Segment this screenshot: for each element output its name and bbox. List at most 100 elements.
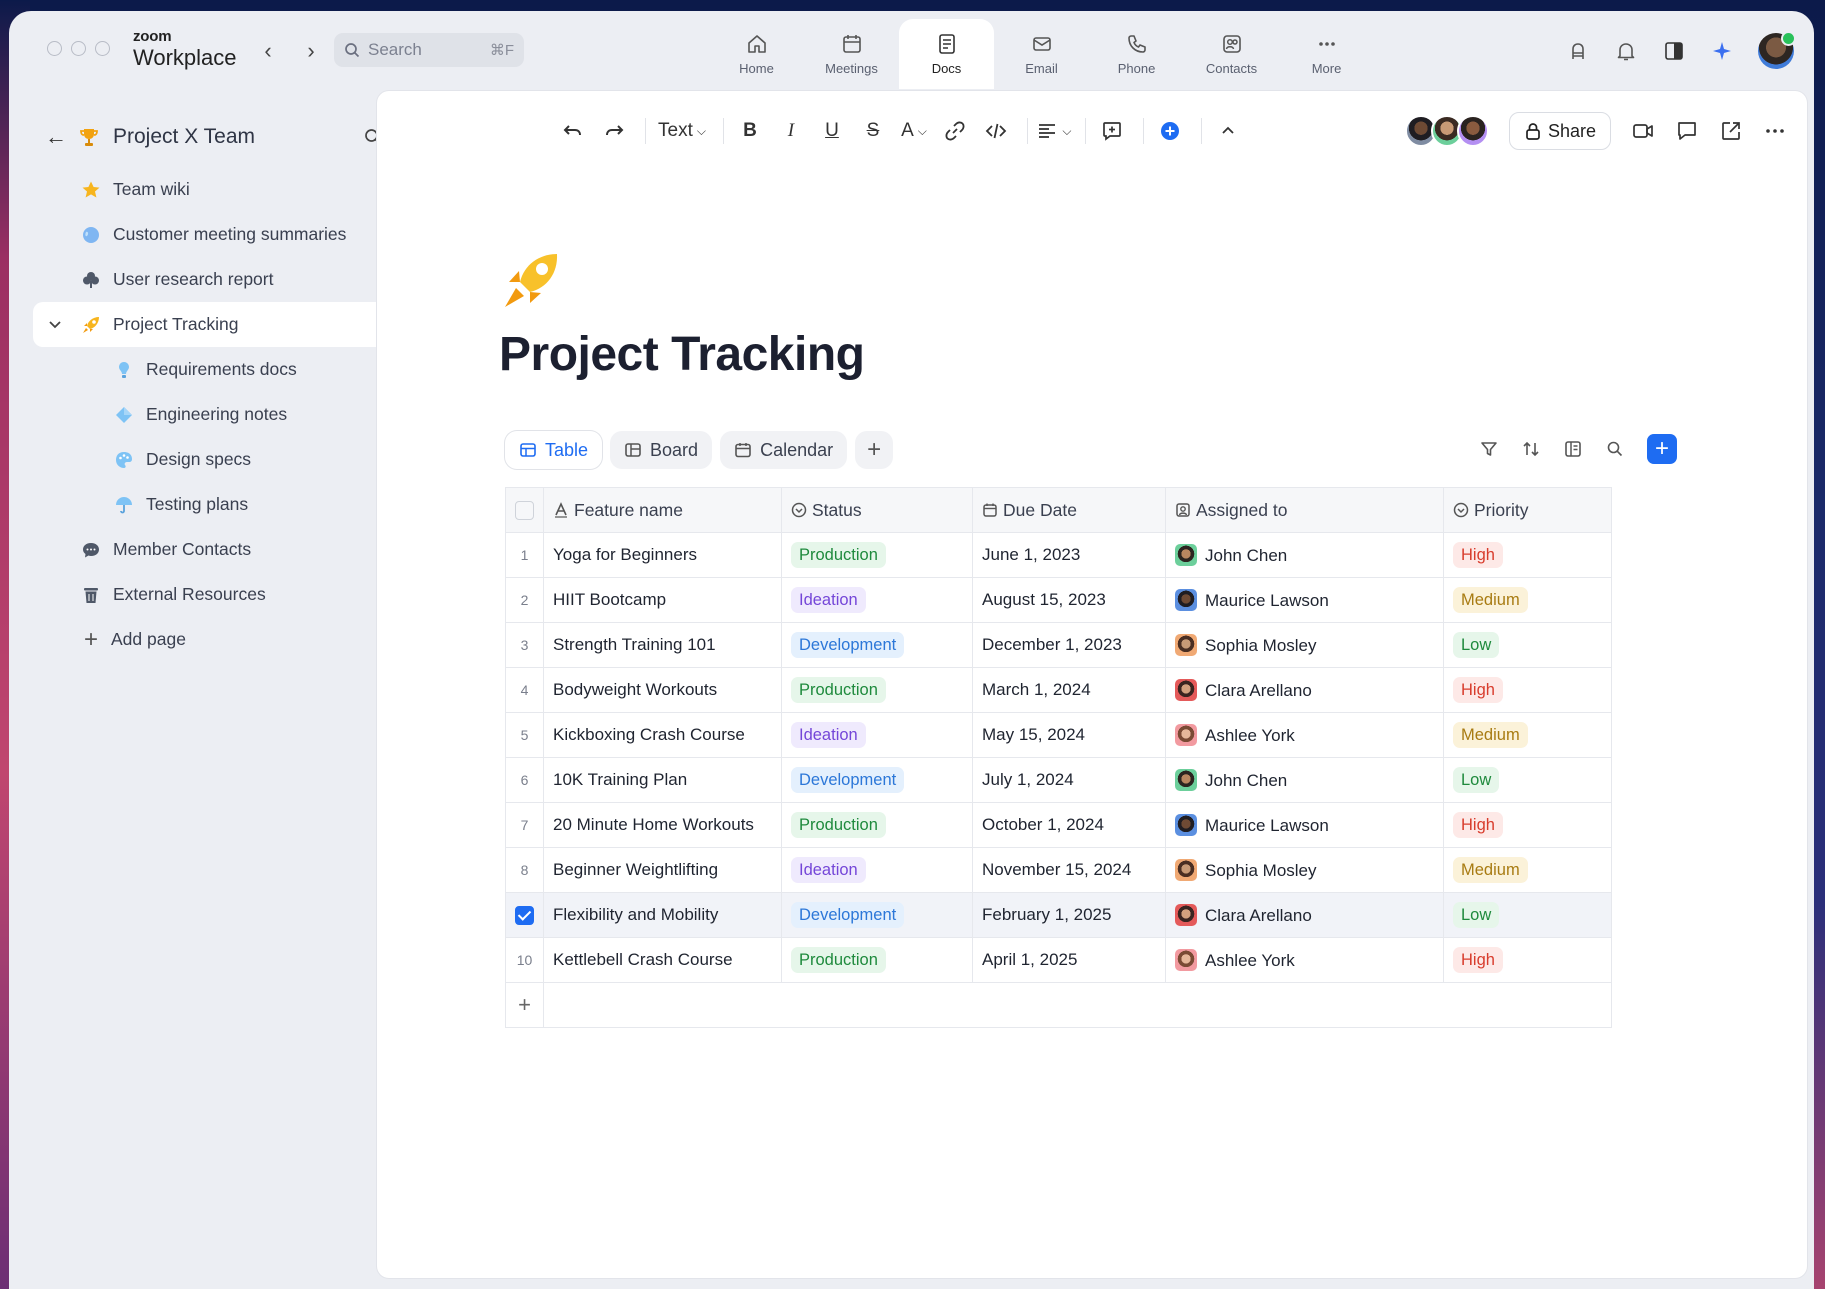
search-input[interactable]: Search ⌘F <box>334 33 524 67</box>
collaborator-avatars[interactable] <box>1404 115 1489 147</box>
redo-button[interactable] <box>596 113 632 149</box>
table-row[interactable]: 7 20 Minute Home Workouts Production Octobe… <box>505 802 1612 848</box>
close-window-button[interactable] <box>47 41 62 56</box>
sidebar-item-user-research-report[interactable]: User research report <box>33 257 433 302</box>
maximize-window-button[interactable] <box>95 41 110 56</box>
status-cell[interactable]: Production <box>781 937 973 983</box>
status-cell[interactable]: Production <box>781 667 973 713</box>
row-number[interactable]: 6 <box>505 757 544 803</box>
assigned-to-cell[interactable]: John Chen <box>1165 532 1444 578</box>
assigned-to-cell[interactable]: Maurice Lawson <box>1165 802 1444 848</box>
select-all-checkbox[interactable] <box>515 500 534 520</box>
user-avatar[interactable] <box>1758 31 1796 69</box>
sidebar-item-project-tracking[interactable]: Project Tracking <box>33 302 433 347</box>
tab-phone[interactable]: Phone <box>1089 19 1184 89</box>
code-button[interactable] <box>978 113 1014 149</box>
row-number[interactable]: 4 <box>505 667 544 713</box>
assigned-to-cell[interactable]: Clara Arellano <box>1165 667 1444 713</box>
sidebar-item-member-contacts[interactable]: Member Contacts <box>33 527 433 572</box>
ai-sparkle-icon[interactable] <box>1710 39 1734 63</box>
underline-button[interactable]: U <box>814 113 850 149</box>
status-cell[interactable]: Development <box>781 622 973 668</box>
row-number[interactable]: 8 <box>505 847 544 893</box>
tab-contacts[interactable]: Contacts <box>1184 19 1279 89</box>
rocket-icon[interactable] <box>501 249 563 311</box>
due-date-cell[interactable]: December 1, 2023 <box>972 622 1166 668</box>
add-row-button[interactable]: + <box>505 982 544 1028</box>
table-row[interactable]: 3 Strength Training 101 Development Decembe… <box>505 622 1612 668</box>
assigned-to-cell[interactable]: Ashlee York <box>1165 937 1444 983</box>
table-row[interactable]: Flexibility and Mobility Development Febru… <box>505 892 1612 938</box>
column-header-feature[interactable]: Feature name <box>543 487 782 533</box>
row-number[interactable]: 3 <box>505 622 544 668</box>
font-color-dropdown[interactable]: A ⌵ <box>896 113 932 149</box>
sidebar-item-design-specs[interactable]: Design specs <box>33 437 433 482</box>
sidebar-item-requirements-docs[interactable]: Requirements docs <box>33 347 433 392</box>
sidebar-item-customer-meeting-summaries[interactable]: Customer meeting summaries <box>33 212 433 257</box>
hub-icon[interactable] <box>1566 39 1590 63</box>
due-date-cell[interactable]: February 1, 2025 <box>972 892 1166 938</box>
assigned-to-cell[interactable]: Sophia Mosley <box>1165 847 1444 893</box>
assigned-to-cell[interactable]: Maurice Lawson <box>1165 577 1444 623</box>
priority-cell[interactable]: Medium <box>1443 577 1612 623</box>
chevron-down-icon[interactable] <box>47 316 63 332</box>
text-style-dropdown[interactable]: Text ⌵ <box>654 113 710 149</box>
bold-button[interactable]: B <box>732 113 768 149</box>
table-row[interactable]: 5 Kickboxing Crash Course Ideation May 15, … <box>505 712 1612 758</box>
tab-more[interactable]: More <box>1279 19 1374 89</box>
column-header-assigned-to[interactable]: Assigned to <box>1165 487 1444 533</box>
priority-cell[interactable]: Low <box>1443 892 1612 938</box>
table-row[interactable]: 10 Kettlebell Crash Course Production April… <box>505 937 1612 983</box>
feature-name-cell[interactable]: Beginner Weightlifting <box>543 847 782 893</box>
feature-name-cell[interactable]: HIIT Bootcamp <box>543 577 782 623</box>
feature-name-cell[interactable]: Strength Training 101 <box>543 622 782 668</box>
priority-cell[interactable]: High <box>1443 667 1612 713</box>
add-page-button[interactable]: + Add page <box>33 617 433 662</box>
feature-name-cell[interactable]: Kickboxing Crash Course <box>543 712 782 758</box>
search-icon[interactable] <box>1605 439 1625 459</box>
assigned-to-cell[interactable]: Ashlee York <box>1165 712 1444 758</box>
assigned-to-cell[interactable]: John Chen <box>1165 757 1444 803</box>
sidebar-item-team-wiki[interactable]: Team wiki <box>33 167 433 212</box>
feature-name-cell[interactable]: 20 Minute Home Workouts <box>543 802 782 848</box>
status-cell[interactable]: Ideation <box>781 712 973 758</box>
open-external-icon[interactable] <box>1719 119 1743 143</box>
strikethrough-button[interactable]: S <box>855 113 891 149</box>
sidebar-item-external-resources[interactable]: External Resources <box>33 572 433 617</box>
more-options-icon[interactable] <box>1763 119 1787 143</box>
align-dropdown[interactable]: ⌵ <box>1036 113 1072 149</box>
tab-docs[interactable]: Docs <box>899 19 994 89</box>
minimize-window-button[interactable] <box>71 41 86 56</box>
status-cell[interactable]: Production <box>781 802 973 848</box>
due-date-cell[interactable]: June 1, 2023 <box>972 532 1166 578</box>
row-number[interactable]: 10 <box>505 937 544 983</box>
add-record-button[interactable]: + <box>1647 434 1677 464</box>
tab-email[interactable]: Email <box>994 19 1089 89</box>
feature-name-cell[interactable]: Flexibility and Mobility <box>543 892 782 938</box>
row-number[interactable]: 1 <box>505 532 544 578</box>
status-cell[interactable]: Development <box>781 757 973 803</box>
column-header-due-date[interactable]: Due Date <box>972 487 1166 533</box>
priority-cell[interactable]: Medium <box>1443 847 1612 893</box>
insert-button[interactable] <box>1152 113 1188 149</box>
sort-icon[interactable] <box>1521 439 1541 459</box>
italic-button[interactable]: I <box>773 113 809 149</box>
table-row[interactable]: 1 Yoga for Beginners Production June 1, 202… <box>505 532 1612 578</box>
view-tab-board[interactable]: Board <box>610 431 713 469</box>
priority-cell[interactable]: High <box>1443 802 1612 848</box>
feature-name-cell[interactable]: Bodyweight Workouts <box>543 667 782 713</box>
table-row[interactable]: 8 Beginner Weightlifting Ideation November … <box>505 847 1612 893</box>
table-row[interactable]: 6 10K Training Plan Development July 1, 202… <box>505 757 1612 803</box>
nav-forward-button[interactable]: › <box>299 40 323 62</box>
due-date-cell[interactable]: July 1, 2024 <box>972 757 1166 803</box>
tab-meetings[interactable]: Meetings <box>804 19 899 89</box>
panel-toggle-icon[interactable] <box>1662 39 1686 63</box>
row-number[interactable]: 2 <box>505 577 544 623</box>
row-checkbox[interactable] <box>515 905 534 925</box>
status-cell[interactable]: Ideation <box>781 577 973 623</box>
view-tab-table[interactable]: Table <box>505 431 603 469</box>
due-date-cell[interactable]: November 15, 2024 <box>972 847 1166 893</box>
sidebar-item-testing-plans[interactable]: Testing plans <box>33 482 433 527</box>
priority-cell[interactable]: High <box>1443 937 1612 983</box>
status-cell[interactable]: Ideation <box>781 847 973 893</box>
